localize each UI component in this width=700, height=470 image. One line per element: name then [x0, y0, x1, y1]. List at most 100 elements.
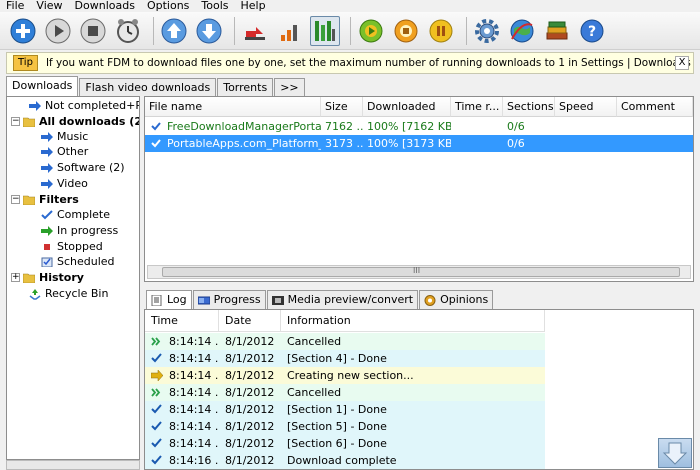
tab-opinions[interactable]: Opinions: [419, 290, 494, 309]
tab-media-preview-convert[interactable]: Media preview/convert: [266, 290, 419, 309]
tree-item-scheduled[interactable]: Scheduled: [41, 254, 115, 269]
tree-item-filters[interactable]: Filters: [23, 192, 79, 207]
tab-flash-video-downloads[interactable]: Flash video downloads: [79, 78, 217, 96]
log-date: 8/1/2012: [225, 369, 275, 382]
tab-progress[interactable]: Progress: [192, 290, 266, 309]
scheduler-button[interactable]: [113, 16, 143, 46]
tip-message: If you want FDM to download files one by…: [45, 57, 693, 69]
stop-button[interactable]: [78, 16, 108, 46]
tab-downloads[interactable]: Downloads: [6, 76, 79, 96]
tree-item-recycle-bin[interactable]: Recycle Bin: [29, 286, 108, 301]
stop-all-button[interactable]: [391, 16, 421, 46]
table-row[interactable]: FreeDownloadManagerPortal... 7162 ... 10…: [145, 118, 693, 135]
checkmark-icon: [41, 209, 53, 221]
add-icon: [10, 18, 36, 43]
menu-help[interactable]: Help: [235, 0, 272, 12]
column-file-name[interactable]: File name: [145, 97, 321, 117]
file-speed: [555, 118, 617, 135]
scrollbar-thumb[interactable]: III: [162, 266, 680, 277]
speed-low-button[interactable]: [240, 16, 270, 46]
tree-expander[interactable]: −: [11, 195, 20, 204]
drop-box[interactable]: [658, 438, 692, 468]
pause-all-icon: [429, 19, 453, 42]
menu-tools[interactable]: Tools: [195, 0, 234, 12]
recycle-bin-icon: [29, 288, 41, 300]
stop-square-icon: [41, 241, 53, 253]
start-all-button[interactable]: [356, 16, 386, 46]
top-tabs: Downloads Flash video downloads Torrents…: [6, 76, 306, 96]
add-download-button[interactable]: [8, 16, 38, 46]
table-row[interactable]: PortableApps.com_Platform_... 3173 ... 1…: [145, 135, 693, 152]
log-time: 8:14:14 ...: [169, 420, 219, 433]
tree-item-video[interactable]: Video: [41, 176, 88, 191]
tree-horizontal-scrollbar[interactable]: [6, 460, 140, 470]
tree-item-all-downloads[interactable]: All downloads (2): [23, 114, 139, 129]
tip-bar: Tip If you want FDM to download files on…: [6, 52, 694, 74]
tree-item-music[interactable]: Music: [41, 129, 88, 144]
move-up-button[interactable]: [159, 16, 189, 46]
checkmark-icon: [151, 353, 162, 363]
log-information: Creating new section...: [287, 369, 414, 382]
tree-item-history[interactable]: History: [23, 270, 84, 285]
tree-item-software[interactable]: Software (2): [41, 160, 125, 175]
tree-expander[interactable]: +: [11, 273, 20, 282]
log-row[interactable]: 8:14:14 ... 8/1/2012 [Section 5] - Done: [145, 418, 545, 435]
log-row[interactable]: 8:14:14 ... 8/1/2012 Cancelled: [145, 384, 545, 401]
arrow-icon: [41, 146, 53, 158]
yellow-arrow-icon: [151, 370, 163, 381]
log-row[interactable]: 8:14:16 ... 8/1/2012 Download complete: [145, 452, 545, 469]
checkmark-icon: [151, 122, 161, 131]
pause-all-button[interactable]: [426, 16, 456, 46]
menu-view[interactable]: View: [30, 0, 68, 12]
tree-item-in-progress[interactable]: In progress: [41, 223, 118, 238]
site-explorer-button[interactable]: [507, 16, 537, 46]
speed-medium-button[interactable]: [275, 16, 305, 46]
toolbar: ?: [0, 12, 700, 50]
tip-close-button[interactable]: X: [675, 56, 689, 70]
tree-item-complete[interactable]: Complete: [41, 207, 110, 222]
column-sections[interactable]: Sections: [503, 97, 555, 117]
menu-downloads[interactable]: Downloads: [69, 0, 141, 12]
log-column-date[interactable]: Date: [219, 310, 281, 332]
folder-icon: [23, 272, 35, 284]
move-down-button[interactable]: [194, 16, 224, 46]
log-row[interactable]: 8:14:14 ... 8/1/2012 [Section 4] - Done: [145, 350, 545, 367]
column-time-remaining[interactable]: Time r...: [451, 97, 503, 117]
arrow-icon: [29, 100, 41, 112]
column-comment[interactable]: Comment: [617, 97, 693, 117]
file-comment: [617, 135, 693, 152]
log-column-information[interactable]: Information: [281, 310, 545, 332]
tree-expander[interactable]: −: [11, 117, 20, 126]
tab-torrents[interactable]: Torrents: [217, 78, 274, 96]
tree-item-stopped[interactable]: Stopped: [41, 239, 103, 254]
double-chevron-icon: [151, 388, 161, 397]
tree-item-not-completed[interactable]: Not completed+Rec: [29, 98, 139, 113]
file-downloaded: 100% [7162 KB]: [367, 120, 451, 133]
help-button[interactable]: ?: [577, 16, 607, 46]
arrow-icon: [41, 162, 53, 174]
column-downloaded[interactable]: Downloaded: [363, 97, 451, 117]
help-icon: ?: [580, 19, 604, 42]
menu-file[interactable]: File: [0, 0, 30, 12]
log-row[interactable]: 8:14:14 ... 8/1/2012 [Section 1] - Done: [145, 401, 545, 418]
settings-button[interactable]: [472, 16, 502, 46]
log-row[interactable]: 8:14:14 ... 8/1/2012 [Section 6] - Done: [145, 435, 545, 452]
log-row[interactable]: 8:14:14 ... 8/1/2012 Cancelled: [145, 333, 545, 350]
start-button[interactable]: [43, 16, 73, 46]
log-panel: Time Date Information 8:14:14 ... 8/1/20…: [144, 309, 694, 470]
speed-high-button[interactable]: [310, 15, 340, 46]
column-size[interactable]: Size: [321, 97, 363, 117]
menu-options[interactable]: Options: [141, 0, 195, 12]
log-row[interactable]: 8:14:14 ... 8/1/2012 Creating new sectio…: [145, 367, 545, 384]
log-column-time[interactable]: Time: [145, 310, 219, 332]
library-button[interactable]: [542, 16, 572, 46]
file-time-remaining: [451, 135, 503, 152]
download-list-horizontal-scrollbar[interactable]: III: [147, 265, 691, 279]
tab-more[interactable]: >>: [274, 78, 305, 96]
tree-item-other[interactable]: Other: [41, 144, 88, 159]
speed-medium-icon: [281, 24, 297, 41]
column-speed[interactable]: Speed: [555, 97, 617, 117]
log-information: [Section 1] - Done: [287, 403, 387, 416]
tab-log[interactable]: Log: [146, 290, 192, 309]
globe-icon: [510, 19, 534, 42]
